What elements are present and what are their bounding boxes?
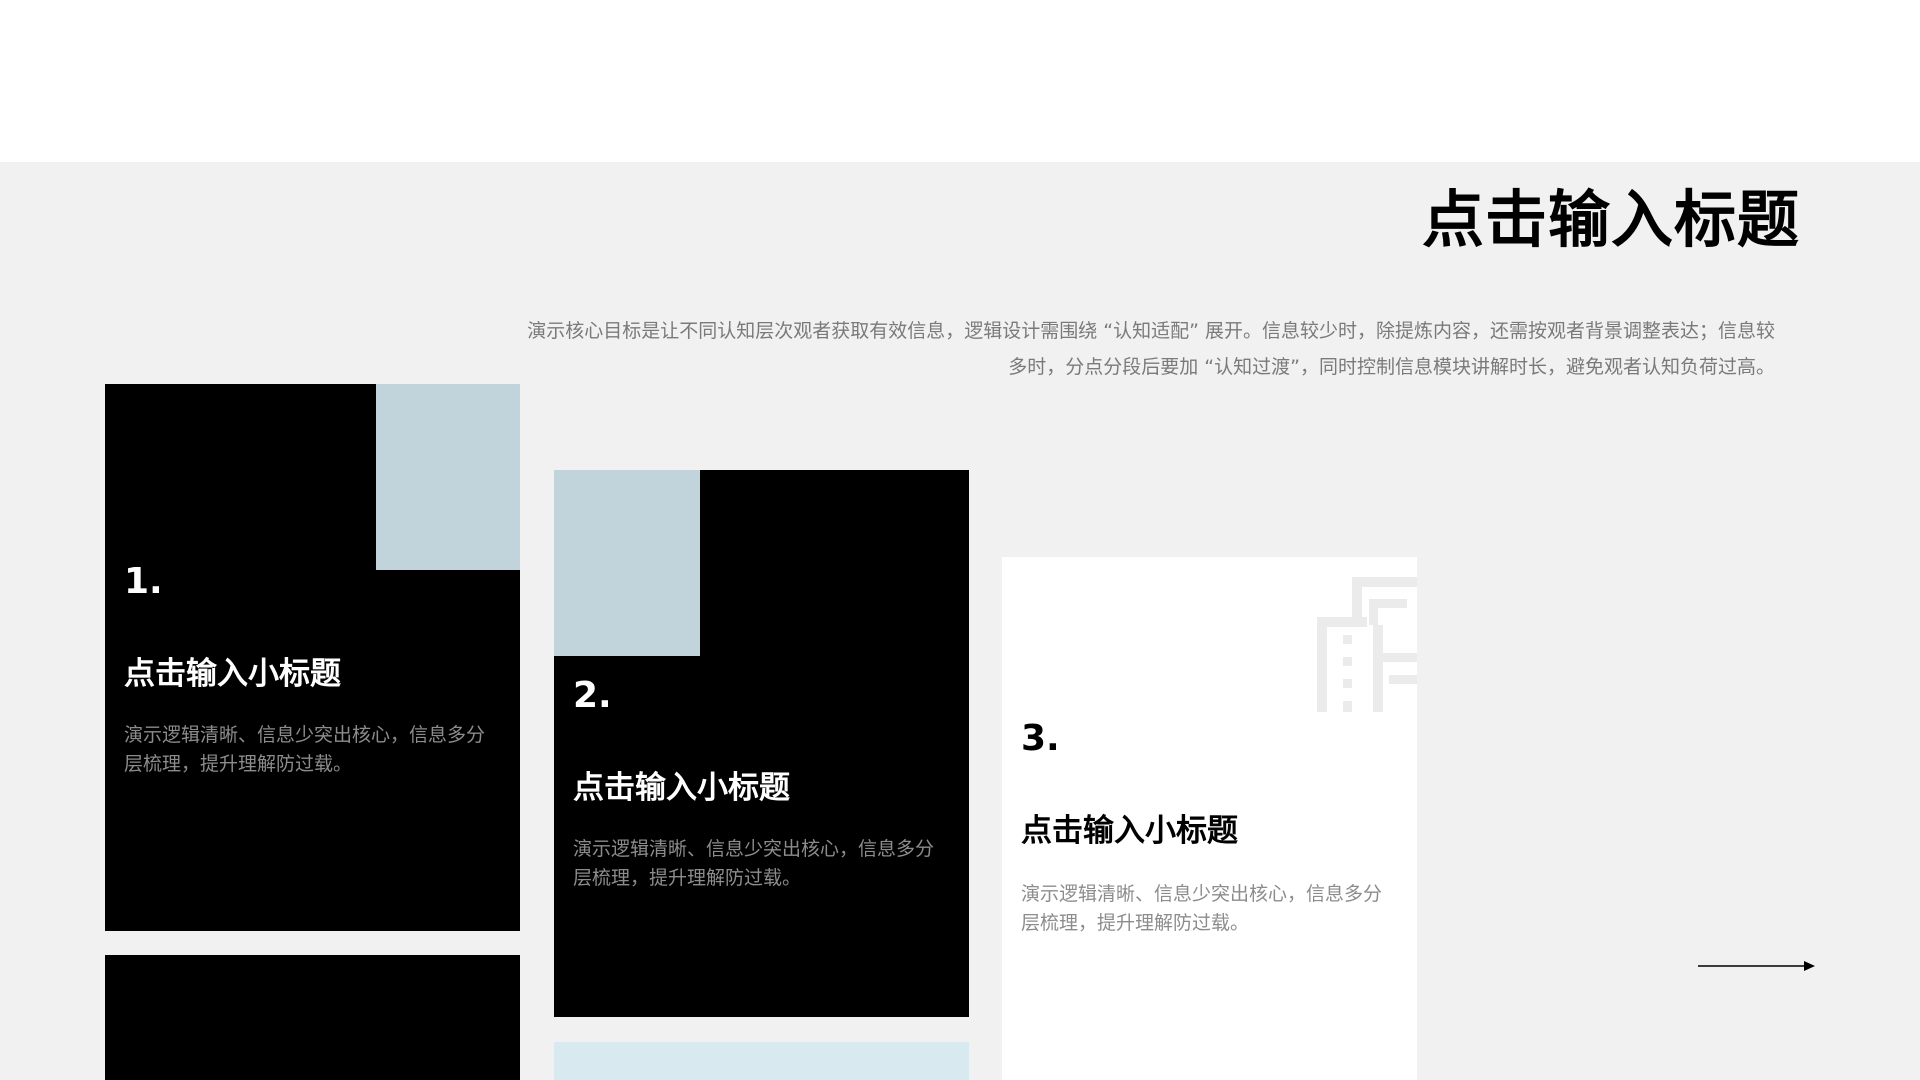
card-5-partial (554, 1042, 969, 1080)
card-3: 3. 点击输入小标题 演示逻辑清晰、信息少突出核心，信息多分层梳理，提升理解防过… (1002, 557, 1417, 1080)
card-number: 1. (124, 561, 163, 602)
card-text: 演示逻辑清晰、信息少突出核心，信息多分层梳理，提升理解防过载。 (1021, 883, 1383, 934)
building-icon (1317, 577, 1417, 712)
card-2: 2. 点击输入小标题 演示逻辑清晰、信息少突出核心，信息多分层梳理，提升理解防过… (554, 470, 969, 1017)
page-description: 演示核心目标是让不同认知层次观者获取有效信息，逻辑设计需围绕 “认知适配” 展开… (527, 320, 1775, 378)
card-4-partial (105, 955, 520, 1080)
card-number: 3. (1021, 718, 1060, 759)
card-subtitle: 点击输入小标题 (124, 656, 341, 692)
arrow-right-icon[interactable] (1698, 958, 1816, 974)
page-title: 点击输入标题 (1421, 183, 1800, 256)
card-text: 演示逻辑清晰、信息少突出核心，信息多分层梳理，提升理解防过载。 (124, 724, 486, 775)
accent-block (376, 384, 520, 570)
card-text: 演示逻辑清晰、信息少突出核心，信息多分层梳理，提升理解防过载。 (573, 838, 935, 889)
card-subtitle: 点击输入小标题 (1021, 813, 1238, 849)
card-number: 2. (573, 675, 612, 716)
card-subtitle: 点击输入小标题 (573, 770, 790, 806)
card-1: 1. 点击输入小标题 演示逻辑清晰、信息少突出核心，信息多分层梳理，提升理解防过… (105, 384, 520, 931)
accent-block (554, 470, 700, 656)
